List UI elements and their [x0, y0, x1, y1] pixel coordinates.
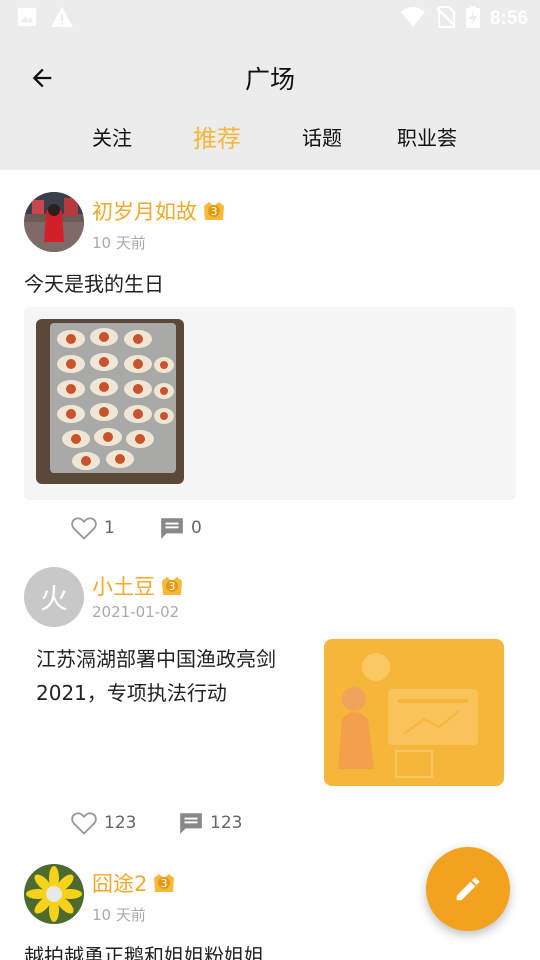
post-photo[interactable] [36, 319, 184, 484]
like-button[interactable]: 1 [70, 515, 115, 541]
comment-count: 123 [210, 813, 243, 833]
post-text: 今天是我的生日 [24, 272, 164, 296]
level-badge: 3 [151, 871, 177, 895]
pencil-icon [456, 877, 480, 901]
username[interactable]: 初岁月如故 [92, 196, 197, 226]
level-number: 3 [211, 205, 218, 218]
page-title: 广场 [244, 65, 295, 94]
article-thumbnail[interactable] [324, 639, 504, 786]
avatar-initial: 火 [39, 582, 68, 615]
username-row: 囧途2 3 [92, 868, 177, 898]
wifi-icon [400, 6, 426, 32]
avatar[interactable]: 火 [24, 567, 84, 627]
warning-icon [50, 6, 74, 32]
heart-icon [71, 812, 97, 835]
tab-follow[interactable]: 关注 [92, 122, 132, 151]
compose-post-button[interactable] [426, 847, 510, 931]
comment-count: 0 [191, 518, 202, 538]
status-bar: 8:56 [0, 0, 540, 36]
avatar[interactable] [24, 864, 84, 924]
username[interactable]: 囧途2 [92, 868, 147, 898]
post-time: 2021-01-02 [92, 603, 180, 621]
level-number: 3 [161, 877, 168, 890]
level-number: 3 [169, 580, 176, 593]
image-icon [16, 6, 38, 32]
post-time: 10 天前 [92, 906, 146, 924]
post-card[interactable]: 火 小土豆 3 2021-01-02 江苏滆湖部署中国渔政亮剑2021，专项执法… [0, 550, 540, 850]
tab-recommend[interactable]: 推荐 [193, 119, 241, 154]
post-text: 越拍越勇正鹅和姐姐粉姐姐 [24, 944, 264, 960]
level-badge: 3 [159, 574, 185, 598]
comment-button[interactable]: 0 [159, 515, 202, 541]
avatar[interactable] [24, 192, 84, 252]
tab-bar: 关注 推荐 话题 职业荟 [0, 122, 540, 162]
tab-topics[interactable]: 话题 [302, 122, 342, 151]
username-row: 初岁月如故 3 [92, 196, 227, 226]
top-bar: 广场 关注 推荐 话题 职业荟 [0, 36, 540, 170]
status-time: 8:56 [489, 8, 528, 29]
tab-career[interactable]: 职业荟 [397, 122, 457, 151]
comment-icon [180, 813, 202, 834]
post-text: 江苏滆湖部署中国渔政亮剑2021，专项执法行动 [36, 647, 276, 705]
username[interactable]: 小土豆 [92, 571, 155, 601]
heart-icon [71, 517, 97, 540]
post-card[interactable]: 初岁月如故 3 10 天前 今天是我的生日 1 0 [0, 170, 540, 550]
comment-icon [161, 518, 183, 539]
comment-button[interactable]: 123 [178, 810, 242, 836]
no-sim-icon [436, 6, 456, 32]
username-row: 小土豆 3 [92, 571, 185, 601]
like-count: 1 [104, 518, 115, 538]
image-area [24, 307, 516, 500]
post-time: 10 天前 [92, 234, 146, 252]
like-button[interactable]: 123 [70, 810, 136, 836]
level-badge: 3 [201, 199, 227, 223]
battery-charging-icon [465, 6, 480, 32]
like-count: 123 [104, 813, 137, 833]
